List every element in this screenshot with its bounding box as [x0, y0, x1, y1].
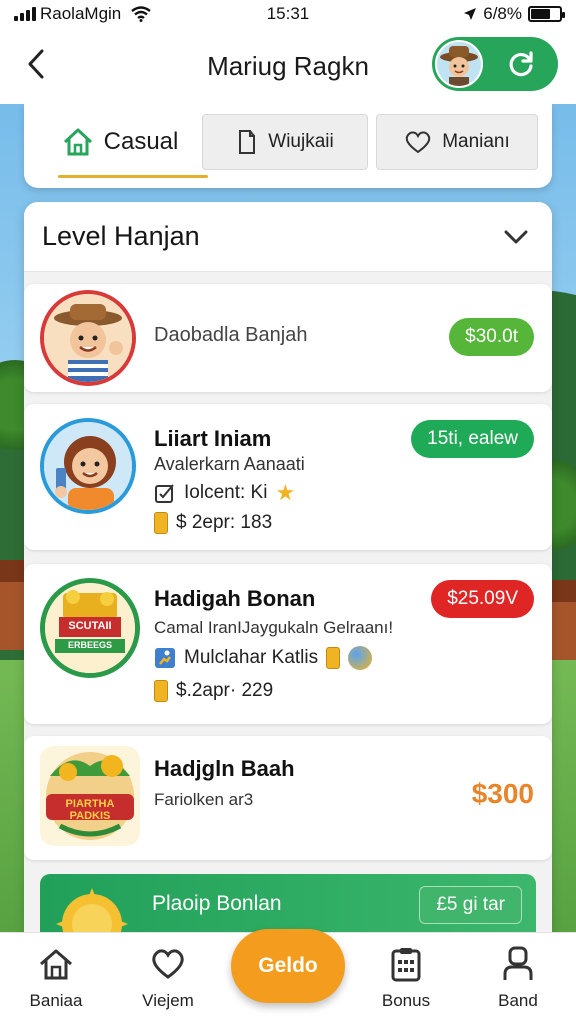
- item-subtitle: Camal IranIJaygukaln Gelraanı!: [154, 618, 394, 637]
- coin-icon: [154, 680, 168, 702]
- tab-label: Wiujkaii: [268, 131, 334, 152]
- person-icon: [503, 946, 533, 980]
- logo-text-bottom: ERBEEGS: [67, 640, 112, 650]
- avatar[interactable]: [435, 40, 483, 88]
- item-price: $.2apr· 229: [176, 680, 274, 701]
- price-badge[interactable]: $30.0t: [449, 318, 534, 356]
- girl-avatar-icon: [44, 422, 132, 510]
- app-header: Mariug Ragkn: [0, 28, 576, 104]
- battery-icon: [528, 6, 565, 22]
- clock: 15:31: [266, 4, 310, 23]
- signal-icon: [14, 7, 36, 21]
- item-meta-row: Iolcent: Ki ★: [154, 480, 295, 506]
- item-name: Daobadla Banjah: [154, 324, 308, 346]
- item-price-row: $.2apr· 229: [154, 680, 273, 702]
- edit-check-icon: [155, 484, 174, 503]
- nav-item-home[interactable]: Baniaa: [6, 945, 106, 1011]
- item-meta: Iolcent: Ki: [184, 482, 268, 503]
- status-badge[interactable]: 15ti, ealew: [411, 420, 534, 458]
- game-logo: SCUTAII ERBEEGS: [40, 578, 140, 678]
- boy-avatar-icon: [44, 294, 132, 382]
- nav-item-favorites[interactable]: Viejem: [118, 945, 218, 1011]
- list-item[interactable]: PIARTHA PADKIS Hadjgln Baah Fariolken ar…: [24, 736, 552, 860]
- action-button[interactable]: Geldo: [231, 929, 345, 1003]
- list-icon: [391, 948, 421, 982]
- jungle-logo-icon: [46, 752, 134, 840]
- logo-text: PIARTHA PADKIS: [65, 798, 115, 822]
- list-item[interactable]: Liiart Iniam Avalerkarn Aanaati Iolcent:…: [24, 404, 552, 550]
- heart-icon: [152, 949, 184, 979]
- item-price: $ 2epr: 183: [176, 512, 273, 533]
- tab-second[interactable]: Wiujkaii: [202, 114, 368, 170]
- back-arrow-icon: [28, 49, 44, 79]
- item-meta-row: Mulclahar Katlis: [154, 646, 373, 670]
- refresh-icon: [509, 51, 533, 77]
- profile-refresh-pill[interactable]: [432, 37, 558, 91]
- promo-badge[interactable]: £5 gi tar: [419, 886, 522, 924]
- tab-label: Casual: [103, 128, 179, 155]
- list-item[interactable]: SCUTAII ERBEEGS Hadigah Bonan Camal Iran…: [24, 564, 552, 724]
- wifi-icon: [131, 6, 152, 22]
- cowboy-avatar-icon: [437, 42, 481, 86]
- item-name: Hadigah Bonan: [154, 586, 316, 611]
- battery-percent: 6/8%: [483, 4, 522, 23]
- nav-item-band[interactable]: Band: [468, 945, 568, 1011]
- nav-label: Band: [498, 991, 538, 1010]
- item-price-row: $ 2epr: 183: [154, 512, 272, 534]
- price-label[interactable]: $300: [472, 778, 534, 810]
- item-name: Liiart Iniam: [154, 426, 272, 451]
- list-item[interactable]: Daobadla Banjah $30.0t: [24, 284, 552, 392]
- card-icon: [239, 130, 256, 154]
- price-badge[interactable]: $25.09V: [431, 580, 534, 618]
- nav-item-bonus[interactable]: Bonus: [356, 945, 456, 1011]
- nav-label: Viejem: [142, 991, 194, 1010]
- globe-icon: [348, 646, 373, 670]
- tab-third[interactable]: Manianı: [376, 114, 538, 170]
- nav-label: Bonus: [381, 991, 431, 1010]
- chevron-down-icon: [504, 230, 528, 243]
- home-icon: [63, 128, 92, 156]
- location-arrow-icon: [464, 8, 477, 20]
- back-button[interactable]: [18, 46, 54, 82]
- carrier-name: RaolaMgin: [40, 4, 122, 23]
- star-icon: ★: [275, 480, 296, 505]
- collapse-button[interactable]: [498, 219, 534, 255]
- tab-casual[interactable]: Casual: [40, 114, 208, 178]
- heart-icon: [405, 131, 431, 154]
- game-logo: PIARTHA PADKIS: [40, 746, 140, 846]
- refresh-button[interactable]: [505, 48, 537, 80]
- avatar: [40, 290, 136, 386]
- panel-title: Level Hanjan: [42, 221, 200, 251]
- content-panel: Level Hanjan Daobadla Banjah $30.0t Liia…: [24, 202, 552, 942]
- coin-icon: [154, 512, 168, 534]
- promo-title: Plaoip Bonlan: [152, 892, 282, 915]
- item-meta: Mulclahar Katlis: [184, 647, 319, 668]
- runner-icon: [155, 648, 175, 668]
- coin-icon: [326, 647, 341, 669]
- tab-label: Manianı: [442, 131, 510, 152]
- logo-text-top: SCUTAII: [68, 620, 112, 632]
- bottom-navigation: Baniaa Viejem Geldo Bonus Band: [0, 929, 576, 1024]
- item-name: Hadjgln Baah: [154, 756, 295, 781]
- nav-label: Baniaa: [29, 991, 83, 1010]
- item-subtitle: Avalerkarn Aanaati: [154, 454, 305, 474]
- panel-header: Level Hanjan: [24, 202, 552, 272]
- item-subtitle: Fariolken ar3: [154, 790, 254, 809]
- home-icon: [40, 949, 72, 980]
- avatar: [40, 418, 136, 514]
- status-bar: RaolaMgin 15:31 6/8%: [0, 0, 576, 28]
- tab-bar: Casual Wiujkaii Manianı: [24, 104, 552, 188]
